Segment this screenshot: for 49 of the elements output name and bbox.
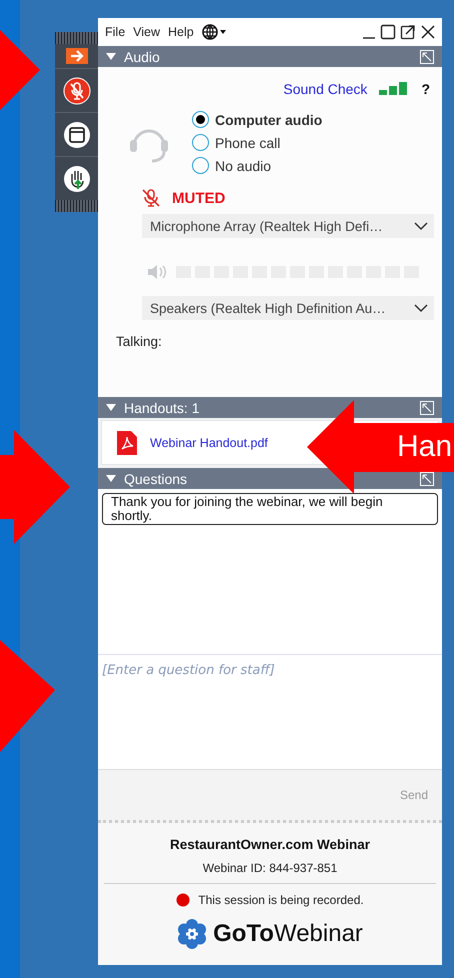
speakers-dropdown[interactable]: Speakers (Realtek High Definition Au…	[142, 296, 434, 320]
radio-label: Phone call	[215, 134, 280, 150]
radio-label: Computer audio	[215, 112, 322, 128]
speaker-icon	[146, 264, 168, 280]
menu-item[interactable]: View	[131, 25, 162, 39]
mute-status: MUTED	[172, 190, 226, 206]
menu-item[interactable]: Help	[166, 25, 196, 39]
webinar-title: RestaurantOwner.com Webinar	[170, 837, 370, 852]
webinar-id: Webinar ID: 844-937-851	[202, 861, 338, 875]
microphone-muted-icon	[62, 76, 90, 104]
window-icon	[62, 120, 90, 148]
panel-title: Audio	[124, 48, 161, 64]
collapse-triangle-icon	[106, 404, 116, 412]
help-button[interactable]: ?	[421, 81, 430, 97]
product-logo-text: GoToWebinar	[213, 920, 363, 948]
sound-check-link[interactable]: Sound Check	[283, 81, 368, 97]
panel-header[interactable]: Handouts: 1	[98, 397, 442, 418]
chevron-down-icon	[414, 303, 428, 313]
pdf-icon	[116, 430, 138, 456]
pop-out-icon[interactable]	[400, 24, 416, 40]
panel-title: Handouts: 1	[124, 400, 200, 416]
radio-button[interactable]	[192, 157, 209, 174]
flower-logo-icon	[177, 919, 208, 949]
radio-label: No audio	[215, 158, 272, 174]
recording-notice: This session is being recorded.	[198, 893, 364, 907]
radio-button[interactable]	[192, 111, 209, 128]
maximize-icon[interactable]	[380, 24, 396, 40]
handout-link[interactable]: Webinar Handout.pdf	[150, 436, 268, 450]
microphone-muted-icon	[140, 188, 162, 208]
panel-header[interactable]: Questions	[98, 468, 442, 489]
message-bubble: Thank you for joining the webinar, we will begin shortly.	[102, 493, 438, 525]
collapse-triangle-icon	[106, 474, 116, 482]
close-icon[interactable]	[420, 24, 436, 40]
radio-button[interactable]	[192, 134, 209, 151]
arrow-right-icon	[66, 48, 88, 64]
collapse-triangle-icon	[106, 52, 116, 60]
grip-handle[interactable]	[55, 32, 98, 44]
microphone-dropdown[interactable]: Microphone Array (Realtek High Defi…	[142, 214, 434, 238]
panel-title: Questions	[124, 470, 188, 486]
grip-handle[interactable]	[55, 200, 98, 212]
panel-header[interactable]: Audio	[98, 46, 442, 67]
menu-item[interactable]: File	[103, 25, 128, 39]
talking-label: Talking:	[116, 334, 163, 349]
signal-bars-icon	[379, 82, 410, 96]
recording-dot-icon	[176, 893, 190, 907]
callout-text: Han	[397, 430, 452, 464]
chevron-down-icon	[414, 221, 428, 231]
globe-icon[interactable]	[202, 23, 228, 41]
hand-icon	[62, 164, 90, 192]
